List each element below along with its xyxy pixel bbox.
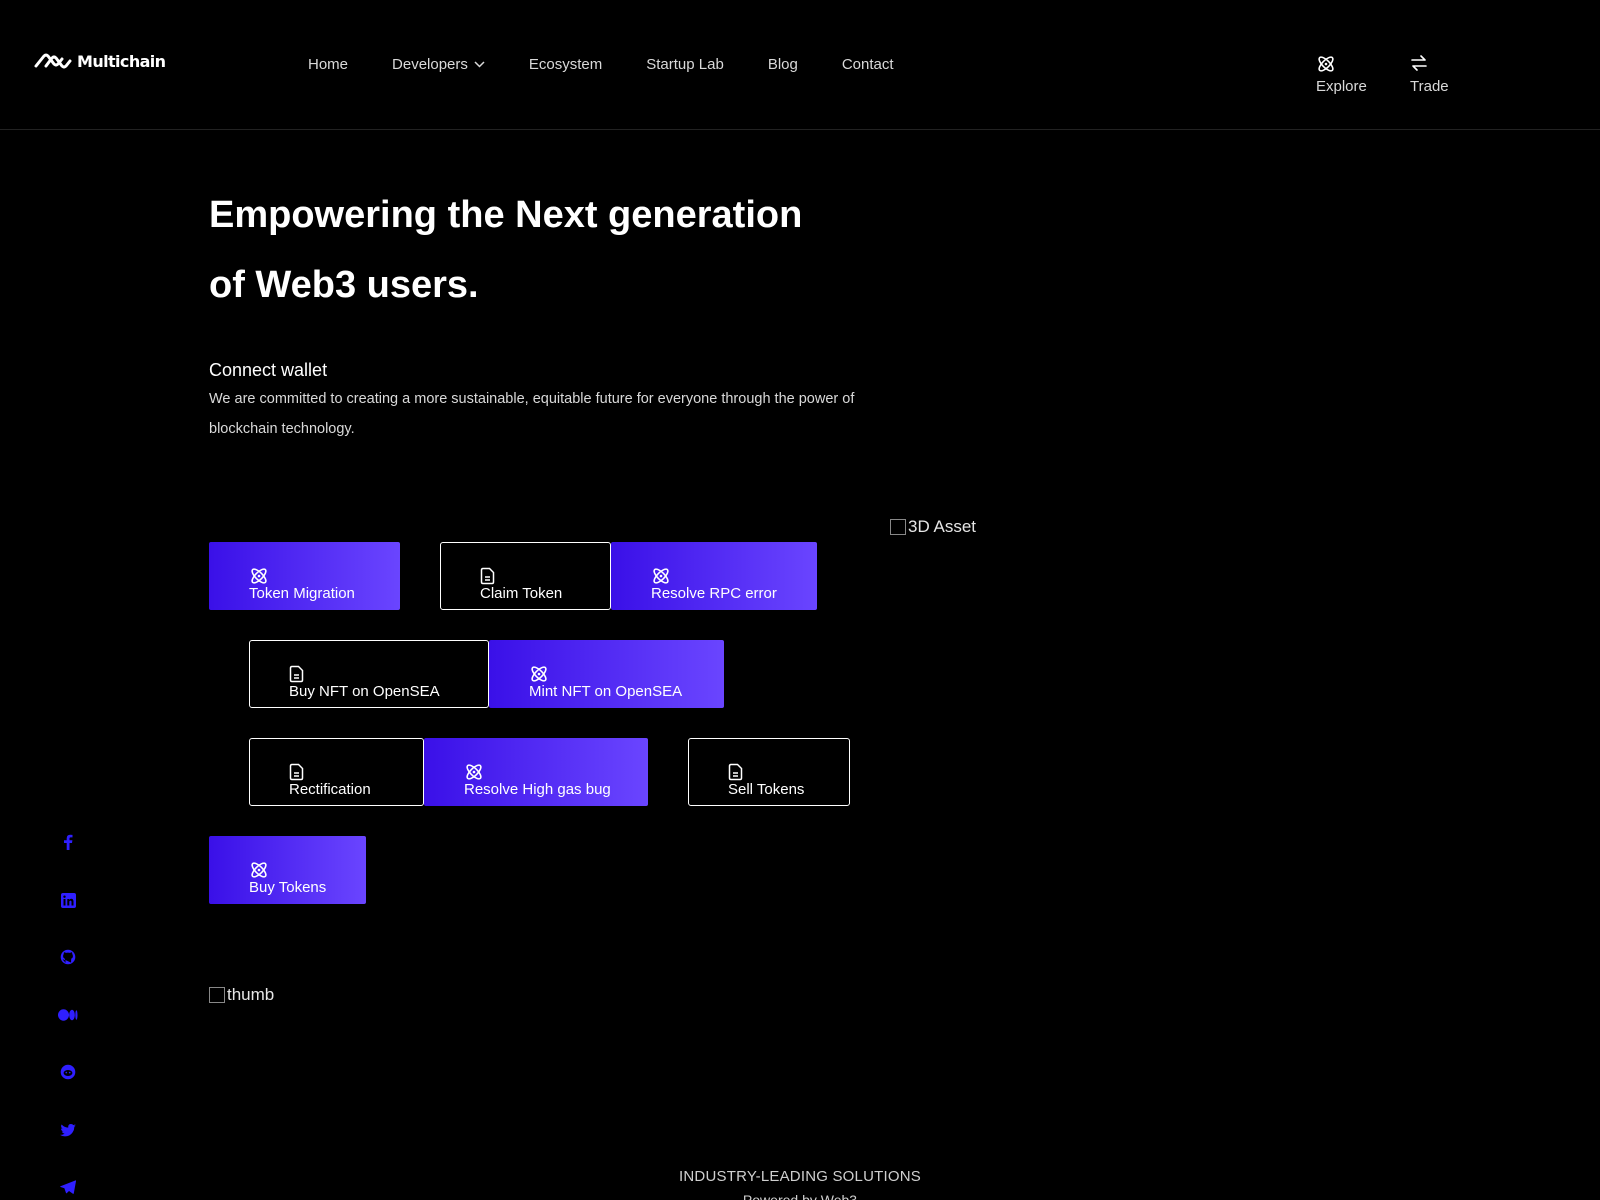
medium-icon[interactable] xyxy=(58,1005,78,1025)
swap-arrows-icon xyxy=(1410,54,1449,74)
nav-developers-label: Developers xyxy=(392,56,468,73)
buy-nft-opensea-label: Buy NFT on OpenSEA xyxy=(289,683,440,700)
main-nav: Home Developers Ecosystem Startup Lab Bl… xyxy=(308,56,894,73)
token-migration-label: Token Migration xyxy=(249,585,355,602)
claim-token-button[interactable]: Claim Token xyxy=(440,542,611,610)
nav-startup-lab-label: Startup Lab xyxy=(646,56,724,73)
mint-nft-opensea-label: Mint NFT on OpenSEA xyxy=(529,683,683,700)
rectification-label: Rectification xyxy=(289,781,371,798)
nav-blog-label: Blog xyxy=(767,56,798,73)
chevron-down-icon xyxy=(474,61,485,68)
resolve-high-gas-bug-button[interactable]: Resolve High gas bug xyxy=(424,738,648,806)
buy-tokens-label: Buy Tokens xyxy=(249,879,327,896)
nav-ecosystem-label: Ecosystem xyxy=(528,56,603,73)
nav-contact[interactable]: Contact xyxy=(842,56,894,73)
buy-nft-opensea-button[interactable]: Buy NFT on OpenSEA xyxy=(249,640,489,708)
broken-image-icon xyxy=(890,519,906,535)
nav-blog[interactable]: Blog xyxy=(768,56,798,73)
hero-description: We are committed to creating a more sust… xyxy=(209,391,855,437)
explore-button[interactable]: Explore xyxy=(1316,54,1367,95)
atom-icon xyxy=(464,762,484,782)
twitter-icon[interactable] xyxy=(58,1120,78,1140)
nav-ecosystem[interactable]: Ecosystem xyxy=(529,56,602,73)
thumb-image: thumb xyxy=(209,985,274,1005)
3d-asset-alt: 3D Asset xyxy=(908,517,977,536)
atom-icon xyxy=(249,860,269,880)
mint-nft-opensea-button[interactable]: Mint NFT on OpenSEA xyxy=(489,640,724,708)
document-icon xyxy=(480,566,500,586)
buy-tokens-button[interactable]: Buy Tokens xyxy=(209,836,366,904)
nav-home-label: Home xyxy=(308,56,349,73)
nav-startup-lab[interactable]: Startup Lab xyxy=(646,56,724,73)
trade-button[interactable]: Trade xyxy=(1410,54,1449,95)
document-icon xyxy=(728,762,748,782)
section-eyebrow: INDUSTRY-LEADING SOLUTIONS xyxy=(679,1168,921,1185)
nav-home[interactable]: Home xyxy=(308,56,348,73)
github-icon[interactable] xyxy=(58,947,78,967)
nav-developers[interactable]: Developers xyxy=(392,56,485,73)
atom-icon xyxy=(529,664,549,684)
atom-icon xyxy=(249,566,269,586)
facebook-icon[interactable] xyxy=(58,832,78,852)
connect-wallet-link[interactable]: Connect wallet xyxy=(209,360,327,381)
sell-tokens-label: Sell Tokens xyxy=(728,781,805,798)
broken-image-icon xyxy=(209,987,225,1003)
multichain-logo-icon xyxy=(34,53,72,69)
resolve-high-gas-bug-label: Resolve High gas bug xyxy=(464,781,611,798)
logo-text: Multichain xyxy=(77,51,166,71)
document-icon xyxy=(289,762,309,782)
logo[interactable]: Multichain xyxy=(33,50,166,72)
hero-title-line1: Empowering the Next generation xyxy=(209,194,803,236)
site-header: Multichain Home Developers Ecosystem Sta… xyxy=(0,0,1600,130)
token-migration-button[interactable]: Token Migration xyxy=(209,542,400,610)
reddit-icon[interactable] xyxy=(58,1062,78,1082)
thumb-alt: thumb xyxy=(227,985,275,1004)
explore-label: Explore xyxy=(1316,78,1367,95)
resolve-rpc-error-button[interactable]: Resolve RPC error xyxy=(611,542,817,610)
claim-token-label: Claim Token xyxy=(480,585,563,602)
hero-title: Empowering the Next generation of Web3 u… xyxy=(209,180,889,320)
resolve-rpc-error-label: Resolve RPC error xyxy=(651,585,777,602)
nav-contact-label: Contact xyxy=(841,56,894,73)
section-subtitle: Powered by Web3 xyxy=(742,1192,858,1200)
linkedin-icon[interactable] xyxy=(58,890,78,910)
document-icon xyxy=(289,664,309,684)
atom-icon xyxy=(651,566,671,586)
sell-tokens-button[interactable]: Sell Tokens xyxy=(688,738,850,806)
hero-title-line2: of Web3 users. xyxy=(209,264,479,306)
3d-asset-image: 3D Asset xyxy=(890,517,976,537)
trade-label: Trade xyxy=(1410,78,1449,95)
rectification-button[interactable]: Rectification xyxy=(249,738,424,806)
atom-icon xyxy=(1316,54,1367,74)
